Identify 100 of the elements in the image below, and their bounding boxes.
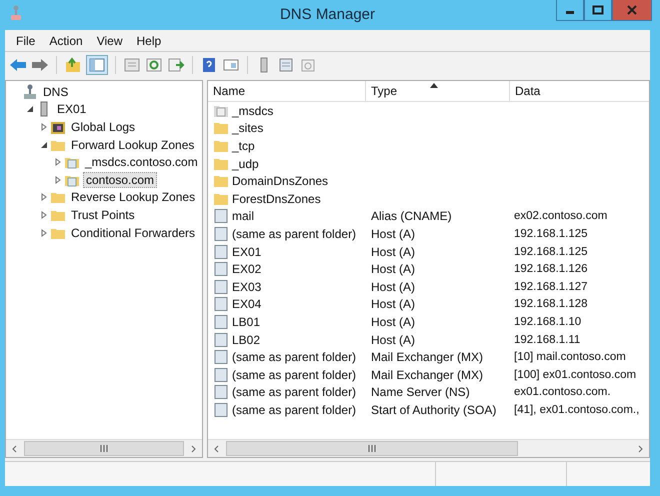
record-name[interactable]: (same as parent folder) bbox=[232, 368, 356, 382]
column-header[interactable]: Type bbox=[366, 81, 510, 101]
record-data: ex02.contoso.com bbox=[514, 210, 608, 222]
expand-arrow-icon[interactable] bbox=[54, 176, 62, 184]
folder-up-icon[interactable] bbox=[64, 57, 82, 73]
record-type: Alias (CNAME) bbox=[371, 209, 452, 224]
export-list-icon[interactable] bbox=[167, 57, 185, 73]
tree-item[interactable]: DNS bbox=[41, 84, 70, 99]
record-type: Mail Exchanger (MX) bbox=[371, 368, 484, 382]
properties-icon[interactable] bbox=[123, 57, 141, 73]
record-icon bbox=[213, 314, 229, 330]
record-data: 192.168.1.11 bbox=[514, 334, 580, 346]
column-header[interactable]: Data bbox=[510, 81, 649, 101]
expand-arrow-icon[interactable] bbox=[54, 158, 62, 166]
refresh-icon[interactable] bbox=[145, 57, 163, 73]
record-icon bbox=[213, 208, 229, 224]
record-data: 192.168.1.125 bbox=[514, 228, 588, 240]
record-name[interactable]: LB01 bbox=[232, 314, 260, 329]
tree-item[interactable]: contoso.com bbox=[83, 172, 158, 188]
tree-item[interactable]: Forward Lookup Zones bbox=[69, 138, 196, 152]
back-arrow-icon[interactable] bbox=[9, 57, 27, 73]
folder-icon bbox=[213, 120, 229, 136]
record-name[interactable]: EX03 bbox=[232, 280, 262, 294]
forward-arrow-icon[interactable] bbox=[31, 57, 49, 73]
record-icon bbox=[213, 332, 229, 348]
record-name[interactable]: (same as parent folder) bbox=[232, 402, 356, 417]
record-data: 192.168.1.10 bbox=[514, 316, 582, 328]
record-icon bbox=[213, 402, 229, 418]
record-icon bbox=[213, 261, 229, 278]
expand-arrow-icon[interactable] bbox=[40, 228, 48, 237]
record-name[interactable]: (same as parent folder) bbox=[232, 385, 356, 400]
record-name[interactable]: mail bbox=[232, 209, 254, 224]
window-pane-icon[interactable] bbox=[222, 57, 240, 73]
record-data: [100] ex01.contoso.com bbox=[514, 368, 636, 381]
dns-server-icon bbox=[22, 84, 38, 100]
scrollbar-thumb[interactable] bbox=[226, 441, 518, 456]
menu-item[interactable]: Help bbox=[130, 34, 168, 48]
record-icon bbox=[213, 384, 229, 400]
minimize-button[interactable] bbox=[556, 0, 584, 21]
record-name[interactable]: _msdcs bbox=[232, 104, 274, 118]
menu-item[interactable]: View bbox=[90, 34, 130, 48]
record-data: ex01.contoso.com. bbox=[514, 386, 611, 398]
record-type: Mail Exchanger (MX) bbox=[371, 350, 484, 364]
record-type: Host (A) bbox=[371, 244, 416, 259]
record-data: 192.168.1.128 bbox=[514, 298, 588, 310]
record-data: 192.168.1.127 bbox=[514, 280, 588, 293]
scrollbar-thumb[interactable] bbox=[24, 441, 184, 456]
tree-item[interactable]: _msdcs.contoso.com bbox=[83, 155, 200, 170]
help-icon[interactable] bbox=[200, 57, 218, 73]
expand-arrow-icon[interactable] bbox=[40, 193, 48, 202]
record-name[interactable]: EX04 bbox=[232, 297, 262, 312]
record-name[interactable]: _sites bbox=[232, 121, 264, 136]
record-name[interactable]: ForestDnsZones bbox=[232, 192, 321, 206]
close-icon bbox=[627, 5, 637, 15]
record-name[interactable]: _tcp bbox=[232, 138, 255, 153]
record-type: Host (A) bbox=[371, 297, 416, 312]
record-type: Start of Authority (SOA) bbox=[371, 402, 496, 417]
tree-item[interactable]: Reverse Lookup Zones bbox=[69, 190, 198, 204]
record-name[interactable]: DomainDnsZones bbox=[232, 174, 328, 188]
window-title: DNS Manager bbox=[280, 6, 376, 23]
tree-item[interactable]: Global Logs bbox=[69, 120, 138, 134]
record-icon bbox=[213, 278, 229, 295]
record-name[interactable]: EX02 bbox=[232, 262, 262, 276]
record-name[interactable]: LB02 bbox=[232, 332, 260, 347]
horizontal-scrollbar[interactable] bbox=[208, 439, 649, 457]
record-type: Host (A) bbox=[371, 226, 416, 241]
dns-app-icon bbox=[10, 5, 22, 21]
tree-item[interactable]: Trust Points bbox=[69, 208, 137, 222]
record-name[interactable]: EX01 bbox=[232, 244, 262, 259]
grip-icon bbox=[368, 445, 376, 452]
maximize-button[interactable] bbox=[584, 0, 612, 21]
record-name[interactable]: (same as parent folder) bbox=[232, 226, 356, 241]
tree-item[interactable]: EX01 bbox=[55, 102, 88, 116]
record-data: 192.168.1.126 bbox=[514, 263, 588, 276]
tree-item[interactable]: Conditional Forwarders bbox=[69, 226, 198, 240]
record-data: 192.168.1.125 bbox=[514, 246, 588, 258]
expand-arrow-icon[interactable] bbox=[40, 122, 48, 131]
menu-item[interactable]: File bbox=[9, 34, 42, 48]
record-type: Host (A) bbox=[371, 280, 416, 294]
record-name[interactable]: (same as parent folder) bbox=[232, 350, 356, 364]
grip-icon bbox=[100, 445, 108, 452]
list-icon[interactable] bbox=[277, 57, 295, 73]
record-type: Host (A) bbox=[371, 314, 416, 329]
close-button[interactable] bbox=[612, 0, 652, 21]
expand-arrow-icon[interactable] bbox=[40, 210, 48, 219]
column-header[interactable]: Name bbox=[208, 81, 366, 101]
menu-item[interactable]: Action bbox=[42, 34, 90, 48]
zone-icon[interactable] bbox=[299, 57, 317, 73]
record-name[interactable]: _udp bbox=[232, 156, 259, 171]
record-type: Host (A) bbox=[371, 262, 416, 276]
horizontal-scrollbar[interactable] bbox=[6, 439, 202, 457]
record-data: [41], ex01.contoso.com., bbox=[514, 404, 640, 416]
record-icon bbox=[213, 244, 229, 260]
console-tree-icon[interactable] bbox=[86, 55, 108, 75]
expand-arrow-icon[interactable] bbox=[40, 140, 48, 149]
record-icon bbox=[213, 366, 229, 383]
record-icon bbox=[213, 226, 229, 242]
record-data: [10] mail.contoso.com bbox=[514, 351, 626, 364]
record-type: Host (A) bbox=[371, 332, 416, 347]
expand-arrow-icon[interactable] bbox=[26, 105, 34, 114]
